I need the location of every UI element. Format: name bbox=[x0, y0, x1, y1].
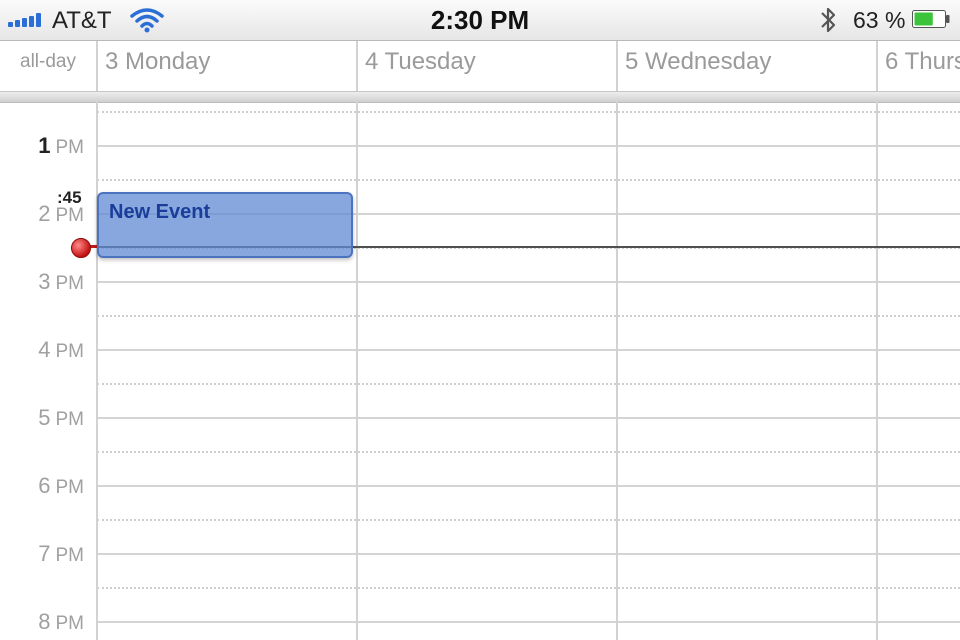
day-header-wednesday[interactable]: 5 Wednesday bbox=[616, 41, 876, 91]
status-bar: AT&T 2:30 PM 63 % bbox=[0, 0, 960, 41]
hour-line bbox=[97, 145, 960, 147]
hour-label: 5 PM bbox=[38, 405, 84, 430]
day-header-monday[interactable]: 3 Monday bbox=[96, 41, 356, 91]
event-title: New Event bbox=[109, 201, 211, 223]
hour-line bbox=[97, 417, 960, 419]
battery-icon bbox=[912, 10, 950, 28]
new-event-block[interactable]: New Event bbox=[97, 192, 353, 258]
half-hour-line bbox=[97, 451, 960, 453]
hour-label: 8 PM bbox=[38, 609, 84, 634]
bluetooth-icon bbox=[821, 7, 836, 33]
hour-label: 7 PM bbox=[38, 541, 84, 566]
day-column-divider bbox=[96, 102, 98, 640]
hour-line bbox=[97, 553, 960, 555]
hour-label: 4 PM bbox=[38, 337, 84, 362]
day-label: 5 Wednesday bbox=[625, 48, 772, 75]
status-time: 2:30 PM bbox=[430, 5, 530, 35]
week-header: all-day 3 Monday 4 Tuesday 5 Wednesday 6… bbox=[0, 41, 960, 91]
half-hour-line bbox=[97, 383, 960, 385]
hour-label: 1 PM bbox=[38, 133, 84, 158]
hour-line bbox=[97, 485, 960, 487]
day-column-divider bbox=[876, 102, 878, 640]
half-hour-line bbox=[97, 519, 960, 521]
hour-line bbox=[97, 349, 960, 351]
day-header-tuesday[interactable]: 4 Tuesday bbox=[356, 41, 616, 91]
day-header-thursday[interactable]: 6 Thursday bbox=[876, 41, 960, 91]
half-hour-line bbox=[97, 587, 960, 589]
day-column-divider bbox=[356, 102, 358, 640]
hour-label: 3 PM bbox=[38, 269, 84, 294]
hour-label: 6 PM bbox=[38, 473, 84, 498]
hour-line bbox=[97, 621, 960, 623]
current-time-dot-icon bbox=[71, 238, 91, 258]
day-column-divider bbox=[616, 102, 618, 640]
battery-percent: 63 % bbox=[853, 7, 906, 33]
half-hour-line bbox=[97, 111, 960, 113]
half-hour-line bbox=[97, 315, 960, 317]
day-label: 3 Monday bbox=[105, 48, 211, 75]
drag-minute-marker: :45 bbox=[57, 188, 82, 207]
calendar-grid[interactable]: 1 PM 2 PM 3 PM 4 PM 5 PM 6 PM 7 PM 8 PM :45 New … bbox=[0, 102, 960, 640]
half-hour-line bbox=[97, 179, 960, 181]
hour-line bbox=[97, 281, 960, 283]
all-day-label: all-day bbox=[20, 51, 76, 72]
day-label: 4 Tuesday bbox=[365, 48, 476, 75]
day-label: 6 Thursday bbox=[885, 48, 960, 75]
